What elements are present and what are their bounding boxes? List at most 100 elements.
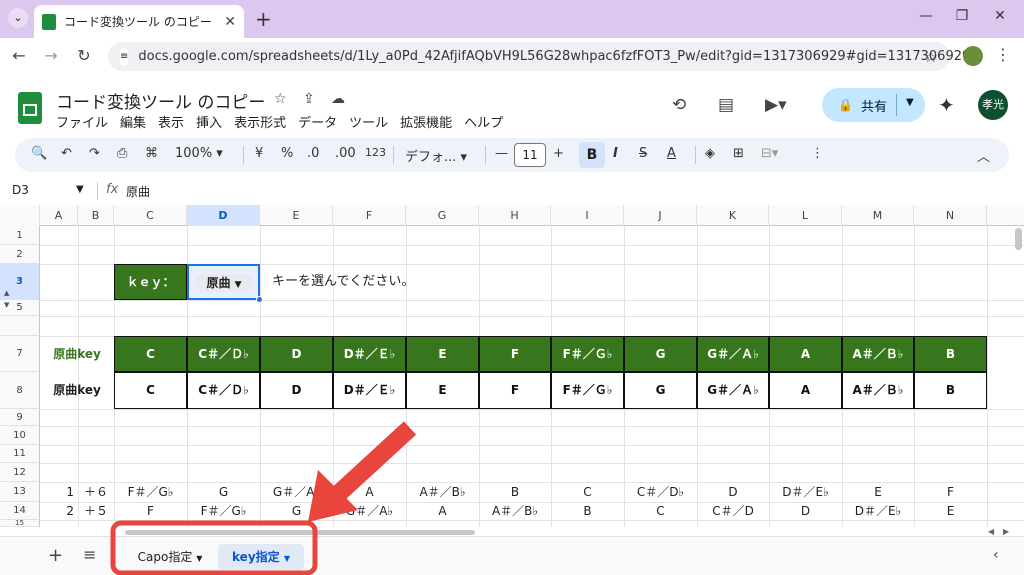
col-header-b[interactable]: B <box>78 205 114 226</box>
row-header-8[interactable]: 8 <box>0 372 40 409</box>
close-window-button[interactable]: ✕ <box>988 8 1012 24</box>
col-header-i[interactable]: I <box>551 205 624 226</box>
tab-search-button[interactable]: ⌄ <box>8 8 28 28</box>
meet-icon[interactable]: ▶▾ <box>765 95 787 115</box>
menu-format[interactable]: 表示形式 <box>234 112 286 131</box>
sheets-logo-icon[interactable] <box>18 92 42 124</box>
share-dropdown-icon[interactable]: ▼ <box>906 97 914 108</box>
col-header-c[interactable]: C <box>114 205 187 226</box>
horizontal-scrollbar[interactable] <box>125 530 475 535</box>
borders-icon[interactable]: ⊞ <box>733 146 744 161</box>
menu-data[interactable]: データ <box>298 112 337 131</box>
add-sheet-icon[interactable]: + <box>48 545 63 566</box>
vertical-scrollbar[interactable] <box>1015 228 1022 250</box>
menu-insert[interactable]: 挿入 <box>196 112 222 131</box>
back-button[interactable]: ← <box>8 46 30 65</box>
percent-format-button[interactable]: % <box>281 146 293 161</box>
document-title[interactable]: コード変換ツール のコピー <box>56 88 265 113</box>
group-collapse-icon[interactable]: ▲ <box>4 289 9 297</box>
col-header-e[interactable]: E <box>260 205 333 226</box>
col-header-f[interactable]: F <box>333 205 406 226</box>
redo-icon[interactable]: ↷ <box>89 146 100 161</box>
spreadsheet-grid[interactable]: A B C D E F G H I J K L M N 1 2 3 5 7 8 <box>0 205 1024 527</box>
text-color-button[interactable]: A <box>667 146 676 161</box>
col-header-j[interactable]: J <box>624 205 697 226</box>
share-button[interactable]: 🔒 共有 ▼ <box>822 88 925 122</box>
search-icon[interactable]: 🔍 <box>31 146 47 161</box>
font-select[interactable]: デフォ... ▾ <box>405 146 467 165</box>
menu-help[interactable]: ヘルプ <box>464 112 503 131</box>
close-tab-icon[interactable]: ✕ <box>224 14 236 30</box>
menu-view[interactable]: 表示 <box>158 112 184 131</box>
comment-icon[interactable]: ▤ <box>718 95 734 115</box>
font-size-input[interactable]: 11 <box>514 143 546 167</box>
menu-file[interactable]: ファイル <box>56 112 108 131</box>
menu-tools[interactable]: ツール <box>349 112 388 131</box>
side-panel-toggle-icon[interactable]: ‹ <box>993 547 999 563</box>
menu-extensions[interactable]: 拡張機能 <box>400 112 452 131</box>
row-header-9[interactable]: 9 <box>0 409 40 426</box>
row-header-7[interactable]: 7 <box>0 336 40 372</box>
cloud-status-icon[interactable]: ☁ <box>331 91 345 107</box>
col-header-h[interactable]: H <box>479 205 551 226</box>
fill-handle[interactable] <box>256 296 263 303</box>
row-header-11[interactable]: 11 <box>0 445 40 463</box>
currency-format-button[interactable]: ¥ <box>255 146 263 161</box>
bold-button[interactable]: B <box>579 142 605 168</box>
row-header-10[interactable]: 10 <box>0 426 40 445</box>
print-icon[interactable]: ⎙ <box>117 146 127 161</box>
browser-tab[interactable]: コード変換ツール のコピー - Google ✕ <box>34 5 244 38</box>
col-header-a[interactable]: A <box>40 205 78 226</box>
new-tab-button[interactable]: + <box>255 7 272 31</box>
key-select-dropdown[interactable]: 原曲 ▼ <box>195 274 253 292</box>
undo-icon[interactable]: ↶ <box>61 146 72 161</box>
number-format-button[interactable]: 123 <box>365 146 386 159</box>
avatar[interactable]: 孝光 <box>978 90 1008 120</box>
zoom-select[interactable]: 100% ▾ <box>175 146 223 161</box>
address-bar[interactable]: ≡ docs.google.com/spreadsheets/d/1Ly_a0P… <box>108 42 970 71</box>
name-box[interactable]: D3 <box>12 183 29 197</box>
col-header-k[interactable]: K <box>697 205 769 226</box>
sheet-tab-capo[interactable]: Capo指定 ▼ <box>124 544 216 570</box>
font-size-increase-button[interactable]: + <box>553 146 564 161</box>
browser-menu-icon[interactable]: ⋮ <box>995 45 1011 64</box>
fill-color-icon[interactable]: ◈ <box>705 146 715 161</box>
col-header-m[interactable]: M <box>842 205 914 226</box>
extension-icon[interactable] <box>963 46 983 66</box>
font-size-decrease-button[interactable]: — <box>495 146 508 161</box>
reload-button[interactable]: ↻ <box>73 46 95 65</box>
italic-button[interactable]: I <box>613 146 618 161</box>
merge-cells-icon[interactable]: ⊟▾ <box>761 146 778 161</box>
history-icon[interactable]: ⟲ <box>672 95 686 115</box>
row-header-14[interactable]: 14 <box>0 502 40 520</box>
key-select-cell[interactable]: 原曲 ▼ <box>187 264 260 300</box>
row-header-1[interactable]: 1 <box>0 226 40 245</box>
col-header-d[interactable]: D <box>187 205 260 226</box>
name-box-dropdown-icon[interactable]: ▼ <box>76 184 84 195</box>
more-tools-icon[interactable]: ⋮ <box>811 146 824 161</box>
decrease-decimal-button[interactable]: .0 <box>307 146 319 161</box>
select-all-corner[interactable] <box>0 205 40 226</box>
formula-input[interactable]: 原曲 <box>126 183 150 200</box>
row-header-15[interactable]: 15 <box>0 520 40 527</box>
scroll-right-icon[interactable]: ▶ <box>1003 527 1009 536</box>
menu-edit[interactable]: 編集 <box>120 112 146 131</box>
site-info-icon[interactable]: ≡ <box>120 47 129 66</box>
restore-button[interactable]: ❐ <box>950 8 974 24</box>
group-expand-icon[interactable]: ▼ <box>4 301 9 309</box>
all-sheets-icon[interactable]: ≡ <box>83 545 96 564</box>
col-header-l[interactable]: L <box>769 205 842 226</box>
move-folder-icon[interactable]: ⇪ <box>303 91 315 107</box>
strikethrough-button[interactable]: S <box>639 146 647 161</box>
gemini-icon[interactable]: ✦ <box>938 93 955 117</box>
col-header-n[interactable]: N <box>914 205 987 226</box>
minimize-button[interactable]: — <box>914 8 938 24</box>
collapse-toolbar-icon[interactable]: ︿ <box>977 146 990 165</box>
star-icon[interactable]: ☆ <box>274 91 287 107</box>
row-header-12[interactable]: 12 <box>0 463 40 482</box>
bookmark-star-icon[interactable]: ☆ <box>924 47 938 66</box>
row-header-13[interactable]: 13 <box>0 482 40 502</box>
scroll-left-icon[interactable]: ◀ <box>988 527 994 536</box>
sheet-tab-key[interactable]: key指定 ▼ <box>218 544 304 570</box>
row-header-2[interactable]: 2 <box>0 245 40 264</box>
